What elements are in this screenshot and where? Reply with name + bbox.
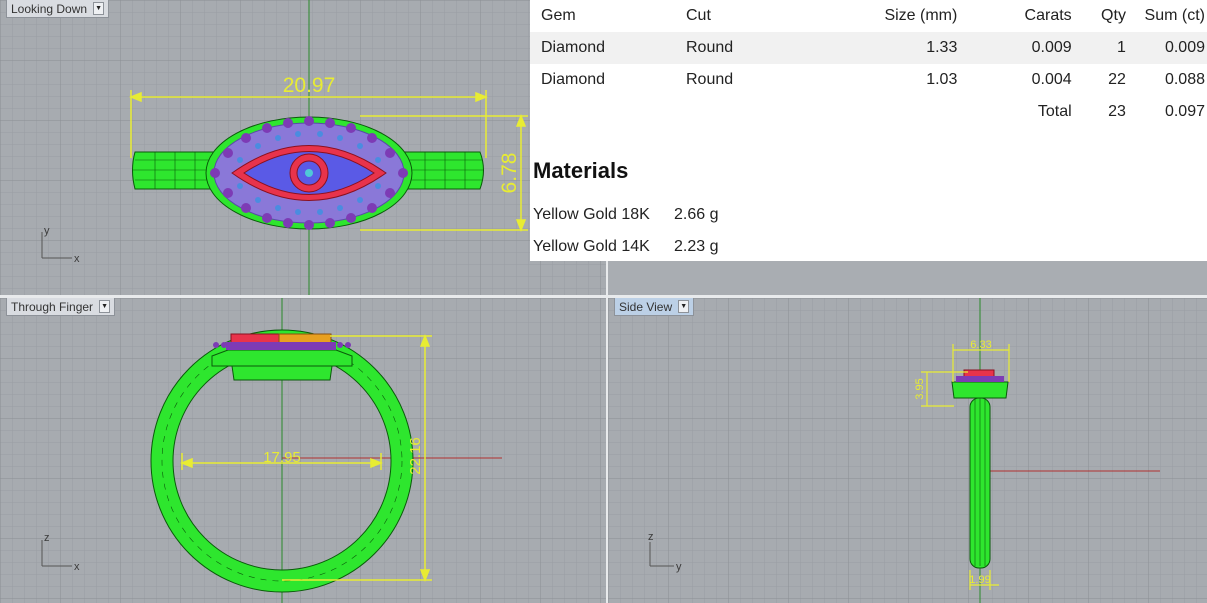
viewport-front-canvas: 17.95 22.16 z x (0, 298, 606, 603)
dropdown-arrow-icon[interactable]: ▼ (678, 300, 690, 313)
viewport-title: Looking Down (11, 1, 88, 16)
cell-carats: 0.004 (1031, 71, 1072, 88)
col-header-cut: Cut (685, 7, 711, 24)
col-header-qty: Qty (1101, 7, 1126, 24)
material-weight: 2.66 g (674, 206, 719, 223)
axis-label-horizontal: x (74, 253, 80, 265)
table-row: Diamond Round 1.33 0.009 1 0.009 (530, 32, 1207, 64)
ring-head-front (211, 333, 353, 381)
viewport-title: Through Finger (11, 299, 94, 314)
material-name: Yellow Gold 18K (533, 206, 650, 223)
dropdown-arrow-icon[interactable]: ▼ (99, 300, 111, 313)
dimension-width-label: 20.97 (283, 74, 336, 97)
material-name: Yellow Gold 14K (533, 238, 650, 255)
cell-size: 1.33 (926, 39, 958, 56)
axis-label-horizontal: y (676, 561, 682, 573)
axis-label-horizontal: x (74, 561, 80, 573)
dimension-top-width-label: 6.33 (970, 339, 991, 351)
table-row: Diamond Round 1.03 0.004 22 0.088 (530, 64, 1207, 96)
cell-qty: 22 (1108, 71, 1126, 88)
cell-cut: Round (685, 71, 734, 88)
col-header-carats: Carats (1024, 7, 1072, 24)
dimension-band-width-label: 1.99 (969, 574, 990, 586)
viewport-tab-front[interactable]: Through Finger ▼ (6, 298, 116, 316)
viewport-tab-side[interactable]: Side View ▼ (614, 298, 695, 316)
viewport-front[interactable]: 17.95 22.16 z x Through Finger ▼ (0, 298, 606, 603)
dimension-head-height-label: 3.95 (914, 378, 926, 399)
col-header-size: Size (mm) (884, 7, 958, 24)
material-weight: 2.23 g (674, 238, 719, 255)
cell-size: 1.03 (926, 71, 958, 88)
gem-table-header: Gem Cut Size (mm) Carats Qty Sum (ct) (530, 0, 1207, 32)
gem-table: Gem Cut Size (mm) Carats Qty Sum (ct) Di… (530, 0, 1207, 128)
viewport-side[interactable]: 6.33 3.95 1.99 z y Side View ▼ (608, 298, 1207, 603)
viewport-divider-horizontal[interactable] (0, 295, 1207, 298)
axis-label-vertical: z (648, 531, 654, 543)
materials-heading: Materials (533, 158, 629, 183)
viewport-side-canvas: 6.33 3.95 1.99 z y (608, 298, 1207, 603)
viewport-top[interactable]: 20.97 6.78 y x Looking Down ▼ (0, 0, 606, 295)
dropdown-arrow-icon[interactable]: ▼ (93, 2, 105, 15)
axis-label-vertical: z (44, 532, 50, 544)
cell-gem: Diamond (541, 71, 606, 88)
viewport-title: Side View (619, 299, 673, 314)
cell-cut: Round (685, 39, 734, 56)
cell-sum: 0.009 (1164, 39, 1205, 56)
viewport-top-canvas: 20.97 6.78 y x (0, 0, 606, 295)
material-row: Yellow Gold 18K 2.66 g (533, 206, 718, 224)
report-panel: Gem Cut Size (mm) Carats Qty Sum (ct) Di… (530, 0, 1207, 261)
material-row: Yellow Gold 14K 2.23 g (533, 238, 718, 256)
cell-sum: 0.088 (1164, 71, 1205, 88)
total-label: Total (1037, 103, 1072, 120)
total-sum: 0.097 (1164, 103, 1205, 120)
col-header-sum: Sum (ct) (1144, 7, 1205, 24)
cell-gem: Diamond (541, 39, 606, 56)
table-total-row: Total 23 0.097 (530, 96, 1207, 128)
dimension-inner-label: 17.95 (263, 449, 301, 466)
total-qty: 23 (1108, 103, 1126, 120)
axis-label-vertical: y (44, 225, 50, 237)
viewport-tab-top[interactable]: Looking Down ▼ (6, 0, 110, 18)
dimension-total-height-label: 22.16 (407, 437, 424, 475)
col-header-gem: Gem (541, 7, 576, 24)
dimension-height-label: 6.78 (498, 153, 521, 194)
cell-carats: 0.009 (1031, 39, 1072, 56)
cell-qty: 1 (1117, 39, 1126, 56)
ring-head (205, 116, 413, 230)
